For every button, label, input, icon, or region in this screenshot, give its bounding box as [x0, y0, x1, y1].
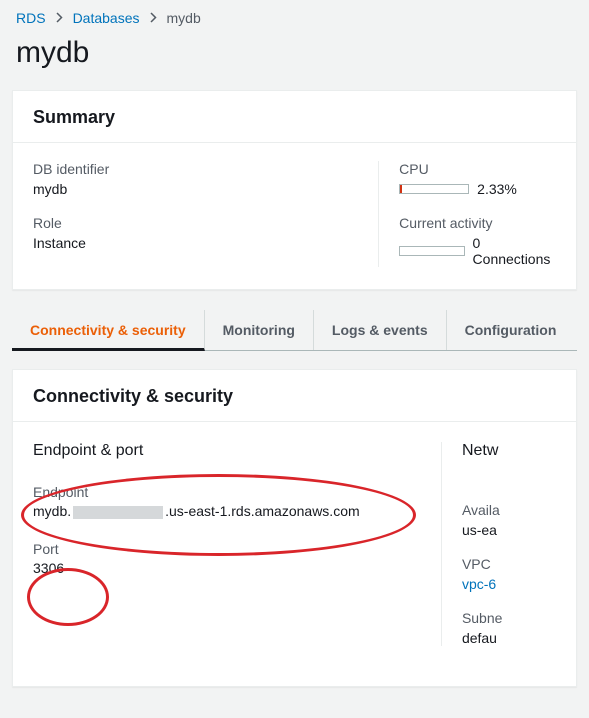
connectivity-security-heading: Connectivity & security — [13, 370, 576, 422]
vpc-value[interactable]: vpc-6 — [462, 576, 556, 592]
breadcrumb: RDS Databases mydb — [0, 0, 589, 30]
cpu-label: CPU — [399, 161, 556, 177]
cpu-value: 2.33% — [477, 181, 517, 197]
breadcrumb-databases[interactable]: Databases — [73, 10, 140, 26]
connectivity-security-panel: Connectivity & security Endpoint & port … — [12, 369, 577, 687]
breadcrumb-current: mydb — [167, 10, 201, 26]
activity-label: Current activity — [399, 215, 556, 231]
redacted-segment — [73, 506, 163, 519]
port-label: Port — [33, 541, 421, 557]
tab-bar: Connectivity & security Monitoring Logs … — [12, 310, 577, 351]
db-identifier-value: mydb — [33, 181, 378, 197]
cpu-bar — [399, 184, 469, 194]
activity-bar — [399, 246, 464, 256]
vpc-label: VPC — [462, 556, 556, 572]
chevron-right-icon — [150, 10, 157, 26]
summary-panel: Summary DB identifier mydb Role Instance… — [12, 90, 577, 290]
db-identifier-label: DB identifier — [33, 161, 378, 177]
availability-label: Availa — [462, 502, 556, 518]
chevron-right-icon — [56, 10, 63, 26]
tab-monitoring[interactable]: Monitoring — [205, 310, 314, 350]
availability-value: us-ea — [462, 522, 556, 538]
endpoint-label: Endpoint — [33, 484, 421, 500]
subnet-label: Subne — [462, 610, 556, 626]
port-value: 3306 — [33, 560, 421, 576]
endpoint-suffix: .us-east-1.rds.amazonaws.com — [165, 503, 360, 519]
annotation-ellipse-port — [27, 568, 109, 626]
endpoint-port-heading: Endpoint & port — [33, 442, 421, 460]
tab-configuration[interactable]: Configuration — [447, 310, 575, 350]
networking-heading: Netw — [462, 442, 556, 460]
tab-connectivity-security[interactable]: Connectivity & security — [12, 310, 205, 351]
summary-heading: Summary — [13, 91, 576, 143]
role-label: Role — [33, 215, 378, 231]
page-title: mydb — [0, 30, 589, 90]
subnet-value: defau — [462, 630, 556, 646]
tab-logs-events[interactable]: Logs & events — [314, 310, 447, 350]
breadcrumb-rds[interactable]: RDS — [16, 10, 46, 26]
endpoint-value: mydb. .us-east-1.rds.amazonaws.com — [33, 503, 421, 519]
activity-value: 0 Connections — [473, 235, 556, 267]
role-value: Instance — [33, 235, 378, 251]
endpoint-prefix: mydb. — [33, 503, 71, 519]
